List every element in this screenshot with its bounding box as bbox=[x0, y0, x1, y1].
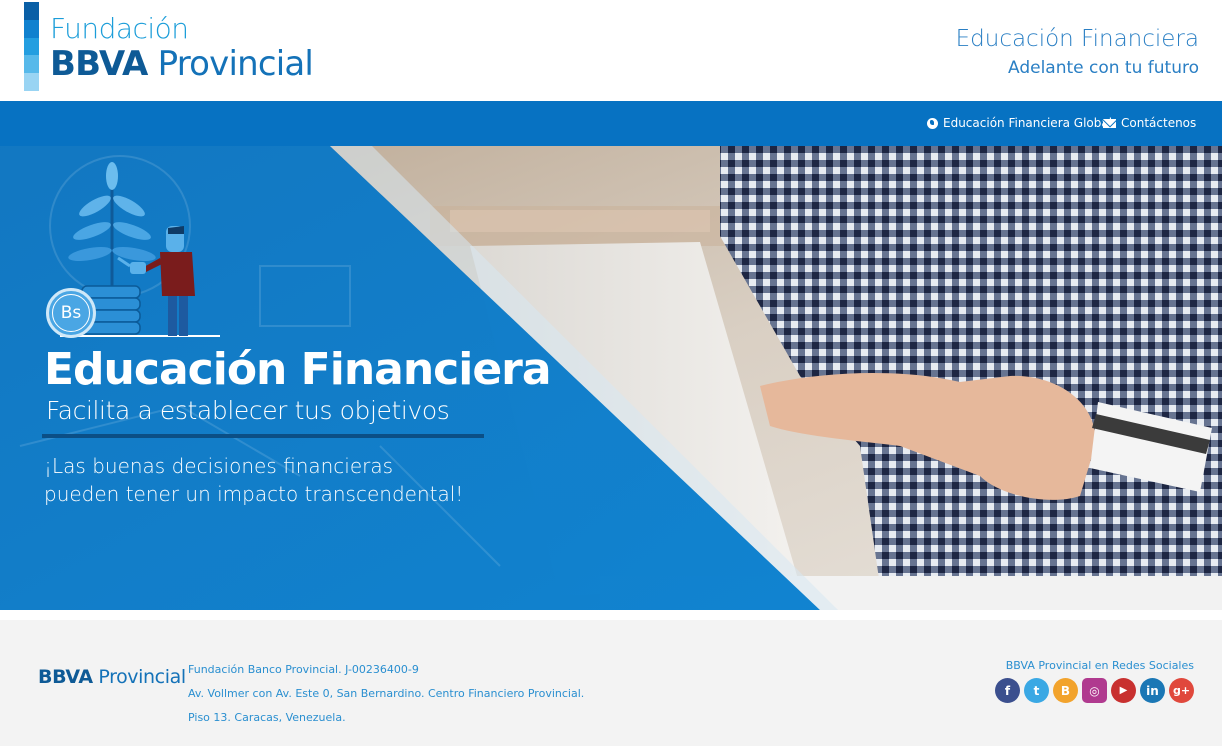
hero-divider bbox=[42, 434, 484, 438]
youtube-glyph: ▶ bbox=[1119, 685, 1128, 696]
currency-badge-label: Bs bbox=[52, 294, 90, 332]
linkedin-icon[interactable]: in bbox=[1140, 678, 1165, 703]
footer-address-line-3: Piso 13. Caracas, Venezuela. bbox=[188, 711, 346, 724]
logo-bar-4 bbox=[24, 55, 39, 74]
logo-bar-1 bbox=[24, 2, 39, 20]
logo-bbva: BBVA bbox=[50, 44, 148, 84]
social-links: f t B ◎ ▶ in g+ bbox=[995, 678, 1194, 703]
header-title: Educación Financiera bbox=[955, 26, 1199, 52]
site-footer: BBVA Provincial Fundación Banco Provinci… bbox=[0, 620, 1222, 746]
globe-icon bbox=[927, 117, 938, 129]
facebook-glyph: f bbox=[1004, 683, 1011, 698]
footer-address-line-2: Av. Vollmer con Av. Este 0, San Bernardi… bbox=[188, 687, 585, 700]
instagram-glyph: ◎ bbox=[1089, 683, 1100, 698]
twitter-icon[interactable]: t bbox=[1024, 678, 1049, 703]
footer-logo-bbva: BBVA bbox=[38, 666, 93, 688]
envelope-icon bbox=[1103, 118, 1116, 128]
linkedin-glyph: in bbox=[1146, 683, 1159, 698]
nav-link-contact-label: Contáctenos bbox=[1121, 116, 1197, 130]
youtube-icon[interactable]: ▶ bbox=[1111, 678, 1136, 703]
logo-provincial: Provincial bbox=[157, 44, 314, 84]
hero-message-line-1: ¡Las buenas decisiones financieras bbox=[44, 454, 394, 478]
blogger-glyph: B bbox=[1060, 683, 1071, 698]
logo-bbva-provincial[interactable]: BBVA Provincial bbox=[50, 44, 314, 84]
hero-message: ¡Las buenas decisiones financieras puede… bbox=[44, 452, 463, 508]
googleplus-icon[interactable]: g+ bbox=[1169, 678, 1194, 703]
hero-banner: Bs Educación Financiera Facilita a estab… bbox=[0, 146, 1222, 610]
site-header: Fundación BBVA Provincial Educación Fina… bbox=[0, 0, 1222, 101]
footer-logo-provincial: Provincial bbox=[98, 666, 186, 688]
blogger-icon[interactable]: B bbox=[1053, 678, 1078, 703]
hero-subtitle: Facilita a establecer tus objetivos bbox=[46, 396, 450, 425]
twitter-glyph: t bbox=[1033, 683, 1040, 698]
logo-bar-5 bbox=[24, 73, 39, 91]
footer-logo[interactable]: BBVA Provincial bbox=[38, 666, 186, 688]
logo-fundacion[interactable]: Fundación bbox=[50, 12, 189, 45]
currency-badge-icon: Bs bbox=[46, 288, 96, 338]
logo-bar-3 bbox=[24, 37, 39, 56]
hero-message-line-2: pueden tener un impacto transcendental! bbox=[44, 482, 464, 506]
nav-link-contact[interactable]: Contáctenos bbox=[1103, 116, 1196, 130]
nav-bar: Educación Financiera Global Contáctenos bbox=[0, 101, 1222, 146]
googleplus-glyph: g+ bbox=[1172, 684, 1191, 697]
footer-address-line-1: Fundación Banco Provincial. J-00236400-9 bbox=[188, 663, 419, 676]
nav-link-global[interactable]: Educación Financiera Global bbox=[927, 116, 1112, 130]
footer-address: Fundación Banco Provincial. J-00236400-9… bbox=[188, 658, 584, 730]
logo-bar-2 bbox=[24, 19, 39, 38]
instagram-icon[interactable]: ◎ bbox=[1082, 678, 1107, 703]
social-title: BBVA Provincial en Redes Sociales bbox=[1005, 659, 1194, 672]
logo-bars[interactable] bbox=[24, 2, 39, 91]
hero-title: Educación Financiera bbox=[44, 344, 552, 395]
facebook-icon[interactable]: f bbox=[995, 678, 1020, 703]
header-subtitle: Adelante con tu futuro bbox=[1007, 58, 1199, 78]
nav-link-global-label: Educación Financiera Global bbox=[943, 116, 1113, 130]
